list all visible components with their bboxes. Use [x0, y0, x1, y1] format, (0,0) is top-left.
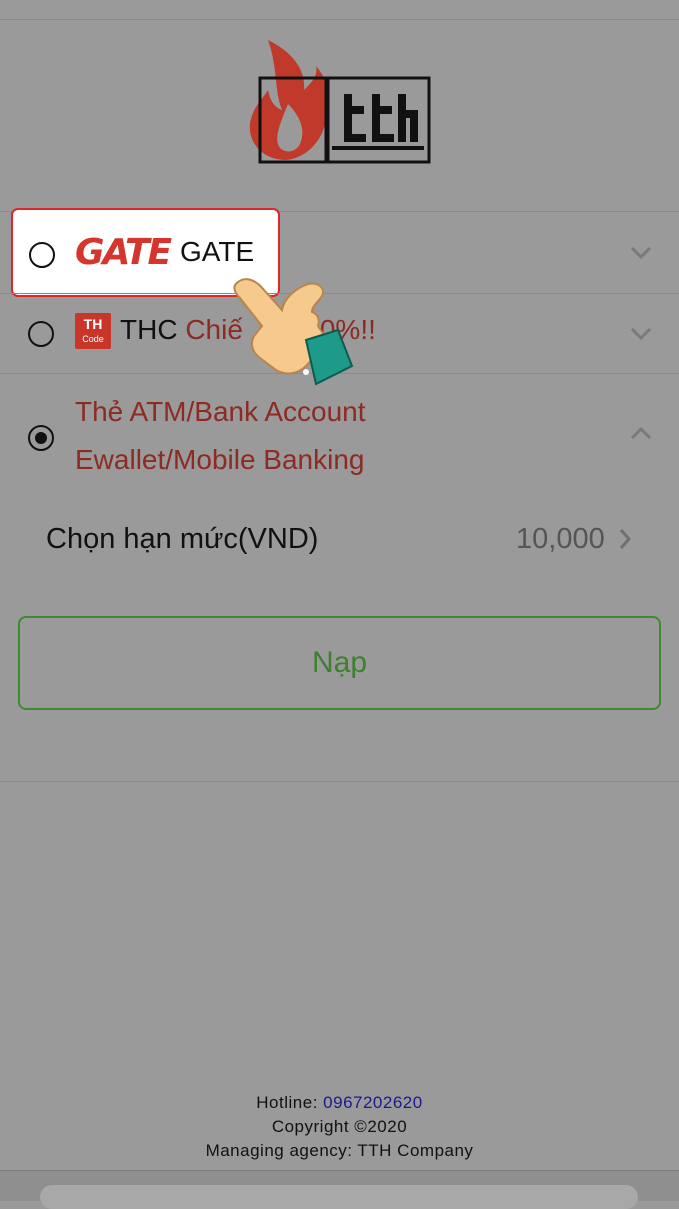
hotline: Hotline: 0967202620 — [256, 1093, 423, 1112]
pointing-hand-icon — [233, 278, 354, 386]
divider — [0, 781, 679, 782]
chevron-right-icon[interactable] — [618, 527, 632, 551]
nap-submit-button[interactable]: Nạp — [18, 616, 661, 710]
limit-value[interactable]: 10,000 — [516, 523, 605, 556]
thc-radio[interactable] — [28, 321, 54, 347]
atm-radio[interactable] — [28, 425, 54, 451]
gate-label: GATE — [180, 236, 255, 267]
tth-logo — [249, 40, 431, 164]
top-divider — [0, 19, 679, 20]
gate-logo: GATE — [75, 232, 172, 273]
chevron-down-icon[interactable] — [630, 246, 652, 260]
hotline-number-link[interactable]: 0967202620 — [323, 1093, 423, 1112]
atm-label-line2: Ewallet/Mobile Banking — [75, 444, 365, 475]
agency-text: Managing agency: TTH Company — [205, 1141, 474, 1160]
thc-code-icon: TH Code — [75, 313, 111, 349]
chevron-up-icon[interactable] — [630, 426, 652, 440]
limit-label: Chọn hạn mức(VND) — [46, 523, 319, 555]
gate-radio[interactable] — [29, 242, 55, 268]
address-bar[interactable] — [40, 1185, 638, 1209]
fire-logo-icon — [249, 40, 330, 160]
copyright-text: Copyright ©2020 — [271, 1117, 408, 1136]
chevron-down-icon[interactable] — [630, 327, 652, 341]
bottom-bar — [0, 1170, 679, 1209]
atm-label-line1: Thẻ ATM/Bank Account — [75, 396, 366, 427]
